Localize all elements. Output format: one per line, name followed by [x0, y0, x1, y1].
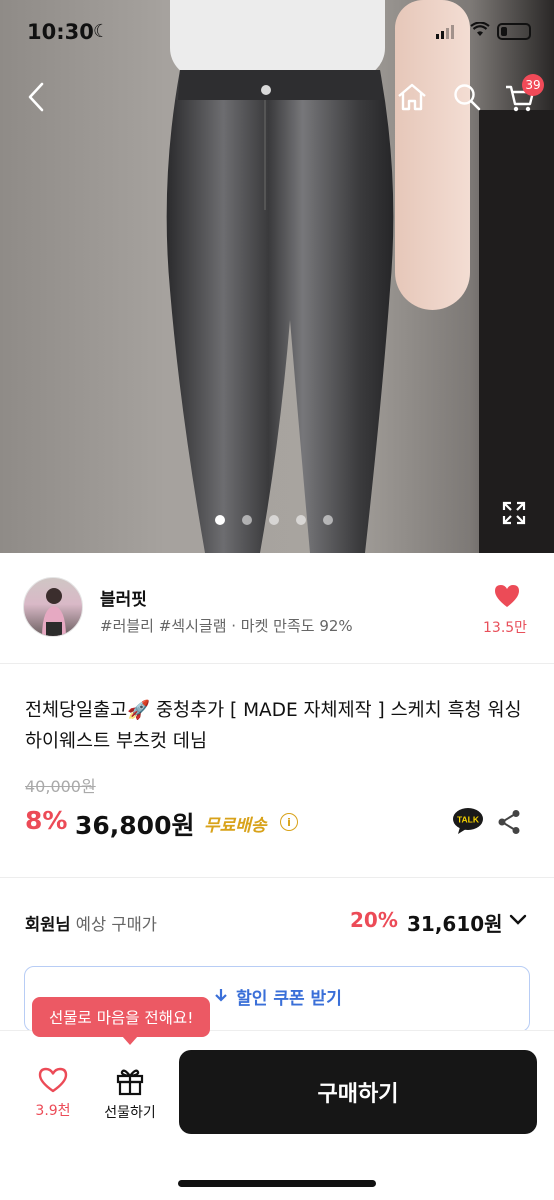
gift-label: 선물하기: [104, 1105, 156, 1121]
info-icon[interactable]: i: [280, 813, 298, 831]
gift-button[interactable]: 선물하기: [95, 1066, 165, 1126]
page-dot[interactable]: [215, 515, 225, 525]
original-price: 40,000원: [25, 777, 96, 796]
home-button[interactable]: [394, 80, 430, 114]
product-image[interactable]: 10:30 ☾ 39: [0, 0, 554, 553]
status-time: 10:30: [27, 20, 94, 44]
signal-icon: [436, 25, 454, 39]
seller-name[interactable]: 블러핏: [100, 585, 147, 610]
member-label-rest: 예상 구매가: [70, 915, 157, 934]
gift-icon: [116, 1069, 144, 1096]
seller-avatar[interactable]: [23, 577, 83, 637]
product-title: 전체당일출고🚀 중청추가 [ MADE 자체제작 ] 스케치 흑청 워싱 하이웨…: [25, 700, 522, 752]
wishlist-button[interactable]: 3.9천: [20, 1066, 86, 1126]
talk-button[interactable]: TALK: [452, 807, 484, 835]
divider: [0, 663, 554, 664]
wifi-icon: [470, 22, 490, 36]
page-dot[interactable]: [269, 515, 279, 525]
seller-tags: #러블리 #섹시글램 · 마켓 만족도 92%: [100, 617, 353, 635]
heart-outline-icon: [38, 1067, 68, 1093]
bottom-action-bar: 3.9천 선물하기 구매하기: [0, 1030, 554, 1200]
page-dot[interactable]: [296, 515, 306, 525]
buy-button[interactable]: 구매하기: [179, 1050, 537, 1134]
battery-icon: [497, 23, 531, 40]
cart-count-badge: 39: [522, 74, 544, 96]
seller-like-count: 13.5만: [483, 620, 528, 636]
page-dot[interactable]: [242, 515, 252, 525]
moon-icon: ☾: [93, 21, 110, 42]
share-button[interactable]: [497, 809, 521, 839]
svg-text:TALK: TALK: [457, 815, 480, 825]
share-icon: [498, 810, 520, 834]
talk-icon: TALK: [453, 808, 483, 834]
member-price: 31,610원: [407, 912, 503, 936]
search-button[interactable]: [450, 80, 484, 114]
heart-filled-icon: [495, 585, 519, 607]
free-shipping-label: 무료배송: [204, 816, 267, 836]
search-icon: [454, 84, 481, 111]
download-icon: [215, 989, 227, 1002]
back-button[interactable]: [20, 78, 52, 116]
home-icon: [398, 83, 426, 111]
home-indicator: [178, 1180, 376, 1187]
member-price-label[interactable]: 회원님 예상 구매가: [25, 911, 157, 935]
member-discount-rate: 20%: [350, 908, 398, 932]
coupon-label: 할인 쿠폰 받기: [236, 988, 342, 1009]
discount-rate: 8%: [25, 806, 68, 835]
member-price-toggle[interactable]: [508, 912, 528, 931]
jeans-illustration: [166, 70, 394, 553]
seller-section[interactable]: 블러핏 #러블리 #섹시글램 · 마켓 만족도 92% 13.5만: [0, 553, 554, 663]
sale-price: 36,800원: [75, 811, 195, 840]
seller-like-button[interactable]: [493, 583, 521, 613]
gallery-pagination: [215, 515, 333, 525]
wishlist-count: 3.9천: [35, 1103, 71, 1119]
gift-tooltip: 선물로 마음을 전해요!: [32, 997, 211, 1045]
status-bar: 10:30 ☾: [0, 0, 554, 68]
chevron-down-icon: [509, 914, 527, 925]
page-dot[interactable]: [323, 515, 333, 525]
member-label-bold: 회원님: [25, 915, 71, 934]
chevron-left-icon: [28, 82, 44, 112]
background-door: [479, 110, 554, 553]
expand-button[interactable]: [498, 497, 530, 529]
avatar-image: [42, 588, 66, 636]
expand-icon: [502, 501, 526, 525]
divider: [0, 877, 554, 878]
